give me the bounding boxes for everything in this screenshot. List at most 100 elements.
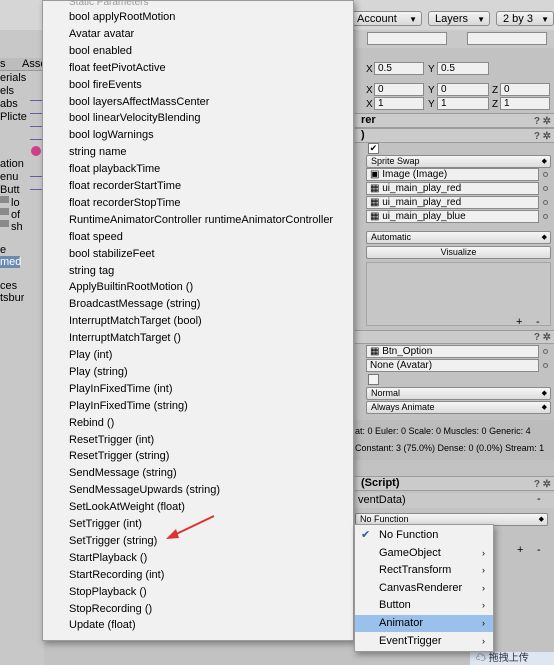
navigation-dropdown[interactable]: Automatic ◆: [366, 231, 551, 244]
method-list-item[interactable]: bool logWarnings: [69, 128, 154, 143]
method-list-item[interactable]: bool stabilizeFeet: [69, 247, 155, 262]
context-menu-item[interactable]: GameObject ›: [355, 545, 493, 562]
method-list-item[interactable]: PlayInFixedTime (string): [69, 399, 188, 414]
context-menu-item[interactable]: Button ›: [355, 597, 493, 614]
method-list-item[interactable]: InterruptMatchTarget (bool): [69, 314, 202, 329]
method-list-item[interactable]: ResetTrigger (string): [69, 449, 169, 464]
layers-dropdown[interactable]: Layers ▼: [428, 11, 490, 26]
highlighted-sprite-field[interactable]: ▦ ui_main_play_red: [366, 182, 539, 195]
rotation-z-field[interactable]: 0: [500, 83, 550, 96]
context-menu-item[interactable]: ✔ No Function: [355, 527, 493, 544]
disabled-sprite-field[interactable]: ▦ ui_main_play_blue: [366, 210, 539, 223]
gear-icon[interactable]: ✲: [543, 331, 551, 344]
folder-item[interactable]: Plicte: [0, 111, 27, 123]
update-mode-dropdown[interactable]: Normal ◆: [366, 387, 551, 400]
event-trigger-script-header[interactable]: (Script) ? ✲: [355, 476, 554, 491]
method-list-item[interactable]: ApplyBuiltinRootMotion (): [69, 280, 193, 295]
method-list-item[interactable]: SendMessageUpwards (string): [69, 483, 220, 498]
help-icon[interactable]: ?: [534, 115, 540, 128]
folder-item[interactable]: lo: [11, 197, 20, 209]
method-list-item[interactable]: PlayInFixedTime (int): [69, 382, 173, 397]
method-list-item[interactable]: bool enabled: [69, 44, 132, 59]
animator-header[interactable]: ? ✲: [355, 330, 554, 344]
interactable-checkbox[interactable]: ✔: [368, 143, 379, 154]
method-list-item[interactable]: Play (int): [69, 348, 112, 363]
context-menu-item[interactable]: Animator ›: [355, 615, 493, 632]
remove-button[interactable]: -: [537, 544, 541, 556]
folder-item[interactable]: tsbur: [0, 292, 24, 304]
scale-y-field[interactable]: 1: [437, 97, 489, 110]
method-list-item[interactable]: StopPlayback (): [69, 585, 147, 600]
method-list-item[interactable]: float playbackTime: [69, 162, 160, 177]
method-list-item[interactable]: Rebind (): [69, 416, 114, 431]
folder-item[interactable]: erials: [0, 72, 26, 84]
object-picker-icon[interactable]: [543, 200, 548, 205]
method-list-item[interactable]: StartPlayback (): [69, 551, 147, 566]
folder-item[interactable]: Butt: [0, 184, 20, 196]
help-icon[interactable]: ?: [534, 130, 540, 143]
method-list-item[interactable]: float feetPivotActive: [69, 61, 166, 76]
rotation-x-field[interactable]: 0: [374, 83, 424, 96]
method-list-item[interactable]: float recorderStopTime: [69, 196, 180, 211]
folder-item[interactable]: ces: [0, 280, 17, 292]
transition-dropdown[interactable]: Sprite Swap ◆: [366, 155, 551, 168]
method-list-item[interactable]: string name: [69, 145, 126, 160]
apply-root-motion-checkbox[interactable]: [368, 374, 379, 385]
hidden-field[interactable]: [367, 32, 447, 45]
visualize-button[interactable]: Visualize: [366, 246, 551, 259]
method-list-item[interactable]: SendMessage (string): [69, 466, 177, 481]
folder-item[interactable]: ation: [0, 158, 24, 170]
avatar-field[interactable]: None (Avatar): [366, 359, 539, 372]
scale-z-field[interactable]: 1: [500, 97, 550, 110]
method-list-item[interactable]: InterruptMatchTarget (): [69, 331, 181, 346]
pressed-sprite-field[interactable]: ▦ ui_main_play_red: [366, 196, 539, 209]
account-dropdown[interactable]: Account ▼: [350, 11, 422, 26]
method-list-item[interactable]: Update (float): [69, 618, 136, 633]
method-list-item[interactable]: Play (string): [69, 365, 128, 380]
target-graphic-field[interactable]: ▣ Image (Image): [366, 168, 539, 181]
add-button[interactable]: +: [516, 316, 522, 328]
pivot-y-field[interactable]: 0.5: [437, 62, 489, 75]
gear-icon[interactable]: ✲: [543, 115, 551, 128]
remove-button[interactable]: -: [536, 316, 540, 328]
controller-field[interactable]: ▦ Btn_Option: [366, 345, 539, 358]
hidden-field[interactable]: [467, 32, 547, 45]
method-list-item[interactable]: BroadcastMessage (string): [69, 297, 200, 312]
gear-icon[interactable]: ✲: [543, 478, 551, 491]
panel-tab-left[interactable]: s: [0, 58, 6, 70]
rotation-y-field[interactable]: 0: [437, 83, 489, 96]
method-list-item[interactable]: bool applyRootMotion: [69, 10, 175, 25]
remove-button[interactable]: -: [537, 493, 541, 505]
method-list-item[interactable]: float recorderStartTime: [69, 179, 181, 194]
folder-item[interactable]: sh: [11, 221, 23, 233]
object-picker-icon[interactable]: [543, 349, 548, 354]
method-list-item[interactable]: bool linearVelocityBlending: [69, 111, 200, 126]
context-menu-item[interactable]: RectTransform ›: [355, 562, 493, 579]
method-list-item[interactable]: bool layersAffectMassCenter: [69, 95, 209, 110]
folder-item[interactable]: e: [0, 244, 6, 256]
help-icon[interactable]: ?: [534, 478, 540, 491]
method-list-item[interactable]: RuntimeAnimatorController runtimeAnimato…: [69, 213, 333, 228]
method-list-item[interactable]: StopRecording (): [69, 602, 152, 617]
method-list-item[interactable]: float speed: [69, 230, 123, 245]
culling-mode-dropdown[interactable]: Always Animate ◆: [366, 401, 551, 414]
pivot-x-field[interactable]: 0.5: [374, 62, 424, 75]
folder-item[interactable]: els: [0, 85, 14, 97]
button-component-header[interactable]: ) ? ✲: [355, 128, 554, 143]
context-menu-item[interactable]: CanvasRenderer ›: [355, 580, 493, 597]
folder-item[interactable]: enu: [0, 171, 18, 183]
object-picker-icon[interactable]: [543, 186, 548, 191]
method-list-item[interactable]: Avatar avatar: [69, 27, 134, 42]
method-list-item[interactable]: string tag: [69, 264, 114, 279]
canvas-renderer-header[interactable]: rer ? ✲: [355, 113, 554, 128]
method-list-item[interactable]: SetTrigger (string): [69, 534, 157, 549]
method-list-item[interactable]: bool fireEvents: [69, 78, 142, 93]
layout-dropdown[interactable]: 2 by 3 ▼: [496, 11, 554, 26]
folder-item-selected[interactable]: med: [0, 256, 21, 268]
method-list-item[interactable]: ResetTrigger (int): [69, 433, 154, 448]
object-picker-icon[interactable]: [543, 214, 548, 219]
method-list-item[interactable]: SetTrigger (int): [69, 517, 142, 532]
gear-icon[interactable]: ✲: [543, 130, 551, 143]
add-button[interactable]: +: [517, 544, 523, 556]
object-picker-icon[interactable]: [543, 363, 548, 368]
